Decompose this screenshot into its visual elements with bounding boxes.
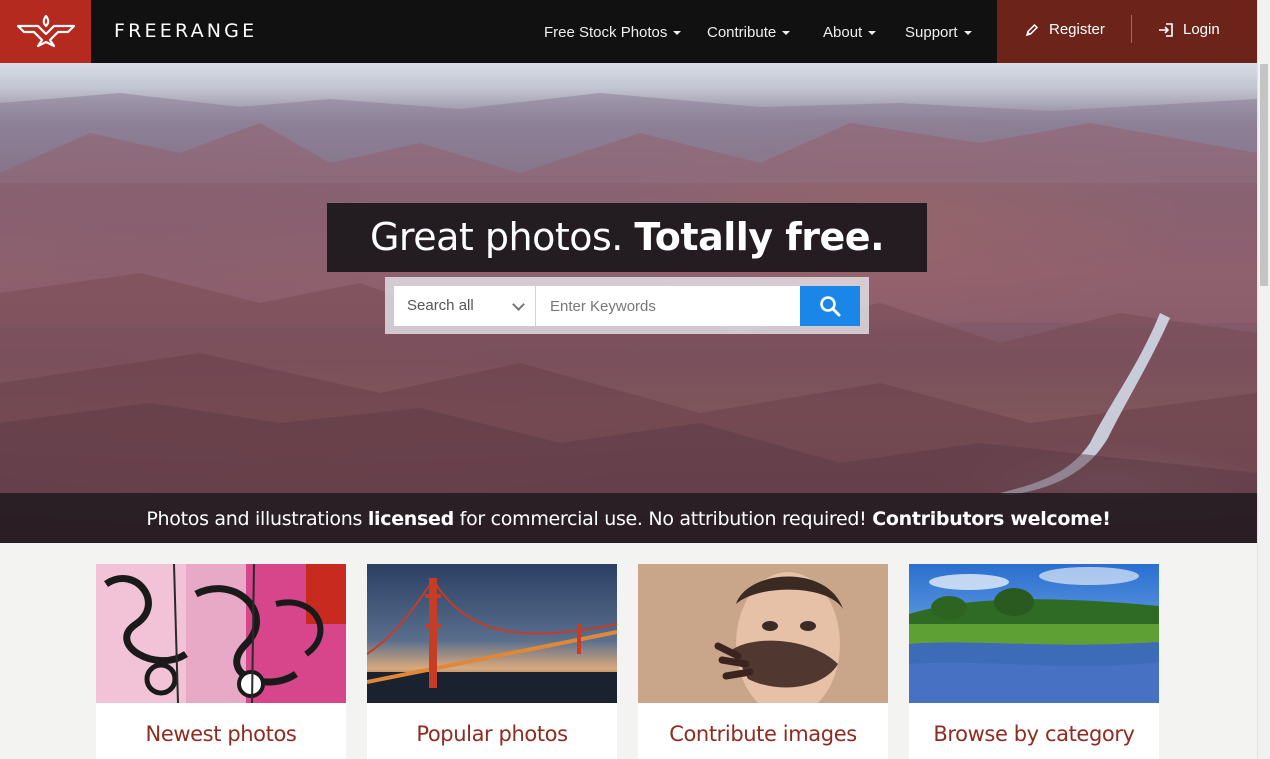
card-contribute-images[interactable]: Contribute images <box>638 564 888 759</box>
login-label: Login <box>1183 21 1220 38</box>
hero-headline: Great photos. Totally free. <box>327 203 927 272</box>
account-area: Register Login <box>997 0 1257 63</box>
nav-about[interactable]: About <box>823 24 877 41</box>
logo[interactable] <box>0 0 91 63</box>
pencil-icon <box>1025 23 1039 36</box>
tagline-licensed: licensed <box>367 508 454 530</box>
brand-name[interactable]: FREERANGE <box>114 20 257 42</box>
nav-free-stock-photos[interactable]: Free Stock Photos <box>544 24 682 41</box>
golden-gate-thumbnail <box>367 564 617 703</box>
card-title: Popular photos <box>416 722 568 746</box>
caret-down-icon <box>673 30 682 35</box>
divider <box>1131 15 1132 43</box>
tagline-part3: for commercial use. No attribution requi… <box>453 508 873 530</box>
headline-light: Great photos. <box>369 215 635 259</box>
face-handprint-thumbnail <box>638 564 888 703</box>
login-button[interactable]: Login <box>1158 21 1220 38</box>
search-icon <box>820 296 841 317</box>
card-title: Browse by category <box>933 722 1135 746</box>
nav-label: About <box>823 24 863 41</box>
nav-contribute[interactable]: Contribute <box>707 24 791 41</box>
scrollbar-thumb[interactable] <box>1260 64 1268 286</box>
site-header: FREERANGE Free Stock Photos Contribute A… <box>0 0 1257 63</box>
card-title: Newest photos <box>145 722 297 746</box>
nav-label: Support <box>905 24 958 41</box>
chevron-down-icon <box>512 298 525 311</box>
register-button[interactable]: Register <box>1025 21 1105 38</box>
caret-down-icon <box>963 30 972 35</box>
card-title: Contribute images <box>669 722 857 746</box>
meadow-thumbnail <box>909 564 1159 703</box>
graffiti-thumbnail <box>96 564 346 703</box>
freerange-bird-icon <box>16 14 75 47</box>
register-label: Register <box>1049 21 1105 38</box>
tagline-contributors: Contributors welcome! <box>872 508 1111 530</box>
search-button[interactable] <box>800 286 860 326</box>
search-input[interactable] <box>536 286 800 326</box>
hero-banner: Great photos. Totally free. Search all P… <box>0 63 1257 543</box>
card-browse-by-category[interactable]: Browse by category <box>909 564 1159 759</box>
nav-support[interactable]: Support <box>905 24 972 41</box>
card-popular-photos[interactable]: Popular photos <box>367 564 617 759</box>
search-bar: Search all <box>385 277 869 334</box>
nav-label: Free Stock Photos <box>544 24 668 41</box>
tagline-part1: Photos and illustrations <box>146 508 368 530</box>
caret-down-icon <box>782 30 791 35</box>
search-select-value: Search all <box>407 297 474 314</box>
hero-tagline: Photos and illustrations licensed for co… <box>0 493 1257 543</box>
search-category-select[interactable]: Search all <box>394 286 536 326</box>
headline-bold: Totally free. <box>634 215 885 259</box>
caret-down-icon <box>868 30 877 35</box>
nav-label: Contribute <box>707 24 777 41</box>
page-scrollbar[interactable] <box>1257 0 1270 759</box>
card-newest-photos[interactable]: Newest photos <box>96 564 346 759</box>
login-icon <box>1159 22 1173 37</box>
